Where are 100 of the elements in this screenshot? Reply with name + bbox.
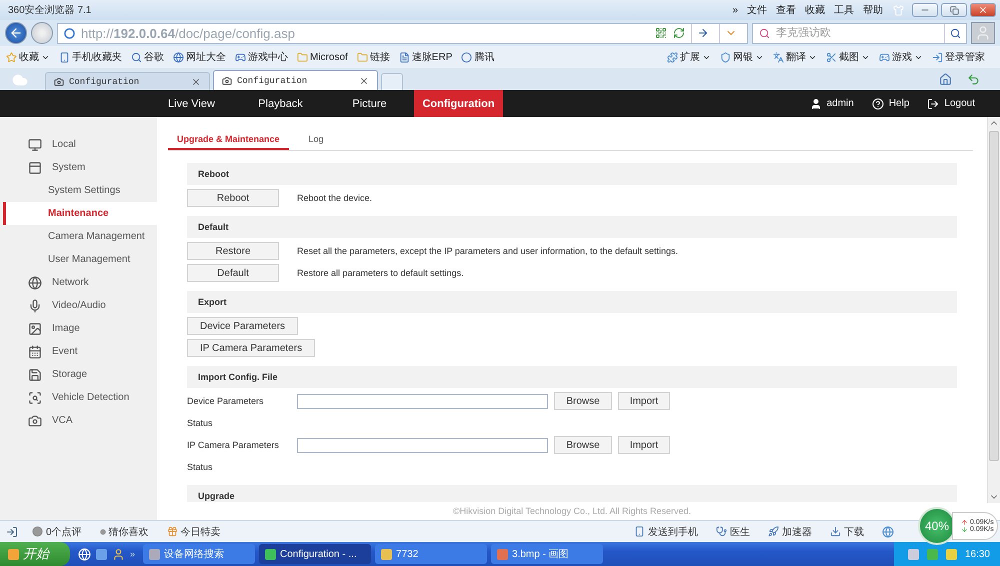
more-button[interactable]: » [130, 549, 136, 559]
restore-icon [950, 6, 958, 14]
sidebar-item[interactable]: System [3, 156, 157, 179]
menu-item[interactable]: 文件 [747, 3, 767, 17]
toolbar-item[interactable]: 扩展 [667, 50, 711, 64]
file-path-field[interactable] [297, 394, 548, 408]
nav-tab[interactable]: Live View [147, 90, 236, 117]
import-button[interactable]: Import [618, 436, 670, 454]
sub-tab[interactable]: Log [300, 129, 333, 150]
sidebar-item[interactable]: Network [3, 271, 157, 294]
import-button[interactable]: Import [618, 392, 670, 410]
app-icon[interactable] [96, 548, 107, 560]
toolbar-icon [720, 52, 731, 62]
bookmark-item[interactable]: 链接 [356, 50, 390, 64]
browse-button[interactable]: Browse [554, 436, 612, 454]
panel-icon[interactable] [6, 526, 18, 538]
user-avatar[interactable] [971, 22, 995, 44]
sidebar-item[interactable]: Storage [3, 363, 157, 386]
browser-tab[interactable]: Configuration [45, 72, 210, 90]
sidebar-icon [28, 322, 42, 336]
menu-item[interactable]: 帮助 [863, 3, 883, 17]
status-item[interactable]: 猜你喜欢 [100, 524, 149, 538]
bookmark-icon [356, 52, 368, 62]
window-title: 360安全浏览器 7.1 [8, 4, 92, 17]
status-item[interactable]: 0个点评 [32, 524, 82, 538]
sidebar-item[interactable]: Local [3, 133, 157, 156]
network-icon[interactable] [946, 548, 957, 560]
bookmark-item[interactable]: 谷歌 [131, 50, 164, 64]
status-item[interactable]: 医生 [716, 524, 750, 538]
nav-tab[interactable]: Configuration [414, 90, 503, 117]
taskbar-window[interactable]: 3.bmp - 画图 [491, 544, 604, 564]
export-button[interactable]: Device Parameters [187, 317, 298, 335]
user-link[interactable]: admin [810, 98, 854, 110]
status-item[interactable]: 下载 [830, 524, 864, 538]
home-icon[interactable] [939, 73, 952, 86]
scrollbar[interactable] [987, 117, 1000, 503]
menu-item[interactable]: 查看 [776, 3, 796, 17]
bookmark-item[interactable]: 网址大全 [173, 50, 226, 64]
bookmark-item[interactable]: 腾讯 [461, 50, 494, 64]
sidebar-item[interactable]: Vehicle Detection [3, 386, 157, 409]
sub-tab[interactable]: Upgrade & Maintenance [168, 129, 289, 150]
bookmark-item[interactable]: 手机收藏夹 [59, 50, 122, 64]
close-button[interactable] [970, 3, 996, 17]
sidebar-subitem[interactable]: User Management [3, 248, 157, 271]
action-button[interactable]: Restore [187, 242, 279, 260]
sidebar-subitem[interactable]: Maintenance [3, 202, 157, 225]
sidebar-item[interactable]: VCA [3, 409, 157, 432]
qr-code-icon[interactable] [655, 27, 667, 39]
export-button[interactable]: IP Camera Parameters [187, 339, 316, 357]
bookmark-icon [59, 52, 70, 62]
toolbar-item[interactable]: 截图 [826, 50, 870, 64]
status-item[interactable]: 今日特卖 [166, 524, 221, 538]
window-icon [497, 548, 508, 560]
sidebar-icon [28, 344, 42, 358]
help-link[interactable]: Help [872, 98, 910, 110]
close-icon[interactable] [191, 76, 201, 86]
nav-tab[interactable]: Playback [236, 90, 325, 117]
sidebar-subitem[interactable]: System Settings [3, 179, 157, 202]
bookmark-item[interactable]: Microsof [297, 52, 348, 62]
sidebar-item[interactable]: Video/Audio [3, 294, 157, 317]
close-icon[interactable] [359, 76, 369, 86]
menu-item[interactable]: » [732, 4, 738, 16]
download-arrow-icon [961, 526, 968, 533]
menu-item[interactable]: 工具 [834, 3, 854, 17]
bookmark-item[interactable]: 游戏中心 [235, 50, 288, 64]
toolbar-item[interactable]: 登录管家 [932, 50, 985, 64]
bookmark-item[interactable]: 收藏 [6, 50, 50, 64]
keyboard-icon[interactable] [908, 548, 919, 560]
browse-button[interactable]: Browse [554, 392, 612, 410]
status-label: Status [187, 418, 214, 428]
action-button[interactable]: Reboot [187, 189, 279, 207]
nav-tab[interactable]: Picture [325, 90, 414, 117]
action-button[interactable]: Default [187, 264, 279, 282]
bookmark-item[interactable]: 速脉ERP [398, 50, 452, 64]
scroll-thumb[interactable] [989, 131, 999, 461]
toolbar-item[interactable]: 网银 [720, 50, 764, 64]
search-box[interactable]: 李克强访欧 [752, 22, 967, 44]
browser-icon[interactable] [882, 526, 894, 538]
back-button[interactable] [5, 22, 27, 44]
search-engine-icon[interactable] [759, 28, 770, 38]
messenger-icon[interactable] [112, 548, 125, 560]
sidebar-item[interactable]: Image [3, 317, 157, 340]
bookmark-icon [173, 52, 184, 62]
undo-icon[interactable] [967, 73, 980, 86]
sidebar-subitem[interactable]: Camera Management [3, 225, 157, 248]
refresh-icon[interactable] [673, 27, 685, 39]
menu-item[interactable]: 收藏 [805, 3, 825, 17]
status-item[interactable]: 发送到手机 [634, 524, 698, 538]
taskbar-window[interactable]: 设备网络搜索 [143, 544, 256, 564]
taskbar-window[interactable]: Configuration - ... [259, 544, 372, 564]
status-item[interactable]: 加速器 [768, 524, 812, 538]
forward-button[interactable] [31, 22, 53, 44]
browser-tab[interactable]: Configuration [213, 70, 378, 90]
sidebar-item[interactable]: Event [3, 340, 157, 363]
toolbar-item[interactable]: 翻译 [773, 50, 817, 64]
toolbar-item[interactable]: 游戏 [879, 50, 923, 64]
restore-button[interactable] [941, 3, 967, 17]
file-path-field[interactable] [297, 438, 548, 452]
taskbar-window[interactable]: 7732 [375, 544, 488, 564]
logout-link[interactable]: Logout [927, 98, 975, 110]
